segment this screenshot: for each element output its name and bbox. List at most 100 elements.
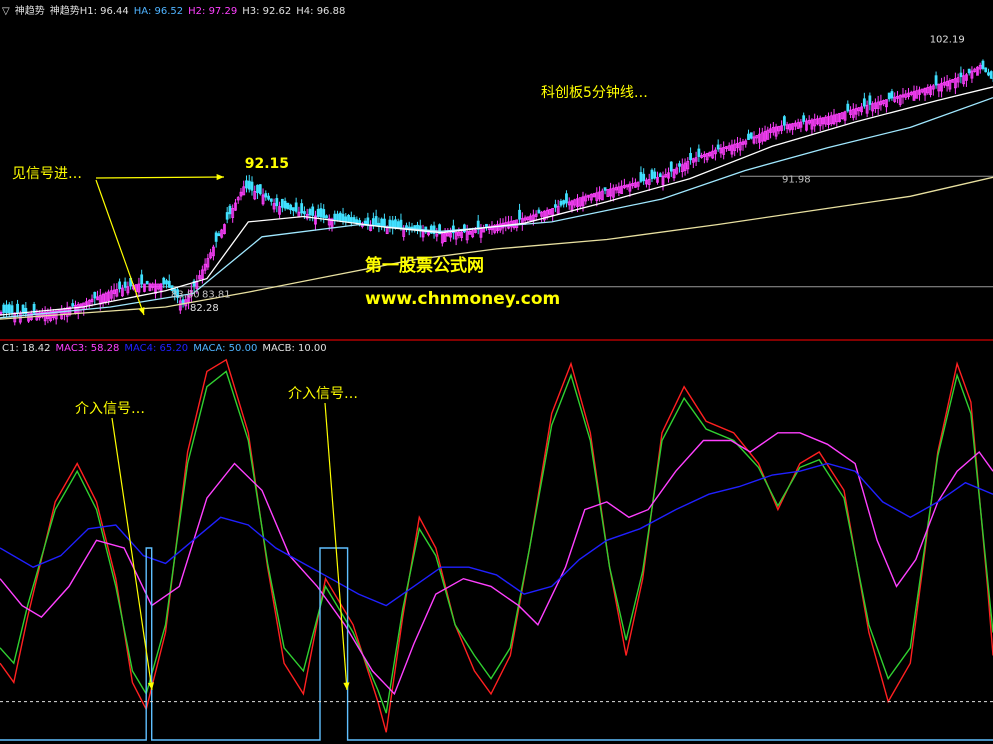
candle-body xyxy=(639,172,643,182)
candle-body xyxy=(537,209,541,214)
legend-item: C1: 18.42 xyxy=(2,343,51,354)
candle-body xyxy=(989,71,993,79)
candle-body xyxy=(289,204,293,211)
legend-item: MACB: 10.00 xyxy=(262,343,327,354)
legend-item: H3: 92.62 xyxy=(242,6,292,17)
candle-body xyxy=(267,195,270,200)
candle-body xyxy=(228,205,232,215)
candle-body xyxy=(344,216,348,222)
candle-body xyxy=(5,304,8,314)
candle-body xyxy=(355,219,359,224)
candle-body xyxy=(984,67,988,73)
candle-body xyxy=(658,173,662,178)
candle-body xyxy=(140,274,144,285)
candle-body xyxy=(118,281,122,290)
stock-chart-canvas: 102.19 82.28 83.80 83.81 91.98 见信号进… 92.15 科创板… xyxy=(0,0,993,744)
legend-item: H2: 97.29 xyxy=(188,6,238,17)
candle-body xyxy=(294,202,298,212)
candle-body xyxy=(7,304,11,314)
lower-indicator-legend: C1: 18.42 MAC3: 58.28 MAC4: 65.20 MACA: 50.… xyxy=(2,343,332,354)
candle-body xyxy=(862,98,866,107)
candle-body xyxy=(16,303,19,314)
candle-body xyxy=(747,133,750,140)
candle-body xyxy=(214,232,218,242)
candle-body xyxy=(802,115,806,122)
candle-body xyxy=(10,305,14,314)
candle-body xyxy=(366,217,370,225)
legend-item: H4: 96.88 xyxy=(296,6,346,17)
candle-body xyxy=(603,187,607,191)
candle-body xyxy=(554,204,557,208)
peak-price-label: 92.15 xyxy=(245,156,289,172)
watermark-url: www.chnmoney.com xyxy=(365,289,560,309)
candle-body xyxy=(383,218,386,228)
candle-body xyxy=(264,193,268,198)
candle-body xyxy=(697,148,701,157)
candle-body xyxy=(269,198,273,202)
candle-body xyxy=(280,198,284,208)
ref-level-label: 83.81 xyxy=(202,290,231,301)
candle-body xyxy=(352,217,356,223)
candle-body xyxy=(934,75,938,86)
candle-body xyxy=(394,219,397,229)
entry-signal-annotation: 介入信号… xyxy=(288,386,358,402)
candle-body xyxy=(165,280,168,285)
candle-body xyxy=(380,218,384,227)
candle-body xyxy=(347,214,350,223)
candle-body xyxy=(250,181,254,191)
candle-body xyxy=(562,200,566,205)
ref-level-label: 91.98 xyxy=(782,174,811,185)
candle-body xyxy=(291,207,295,211)
candle-body xyxy=(245,180,248,189)
candle-body xyxy=(303,211,306,215)
upper-indicator-legend: ▽ 神趋势 神趋势H1: 96.44 HA: 96.52 H2: 97.29 H3: 92… xyxy=(2,2,350,17)
candle-body xyxy=(678,163,681,167)
candle-body xyxy=(316,208,320,217)
candle-body xyxy=(256,184,259,193)
candle-body xyxy=(322,209,326,218)
candle-body xyxy=(167,280,171,288)
candle-body xyxy=(162,277,166,285)
candle-body xyxy=(887,92,891,100)
candle-body xyxy=(716,144,720,150)
candle-body xyxy=(349,217,353,223)
low-price-label: 82.28 xyxy=(190,303,219,314)
candle-body xyxy=(338,212,342,221)
candle-body xyxy=(967,68,971,74)
candle-body xyxy=(669,161,673,172)
candle-body xyxy=(642,173,646,182)
candle-body xyxy=(319,208,323,218)
legend-item: MAC4: 65.20 xyxy=(124,343,189,354)
candle-body xyxy=(258,184,262,195)
candle-body xyxy=(363,220,367,225)
candle-body xyxy=(217,233,221,237)
candle-body xyxy=(653,171,657,179)
legend-item: MACA: 50.00 xyxy=(193,343,258,354)
candle-body xyxy=(333,213,337,221)
candle-body xyxy=(341,213,345,222)
candle-body xyxy=(689,152,692,161)
legend-item: 神趋势 xyxy=(14,6,45,17)
candle-body xyxy=(868,95,872,105)
candle-body xyxy=(374,216,378,227)
legend-item: 神趋势H1: 96.44 xyxy=(49,6,129,17)
candle-body xyxy=(283,200,287,209)
candle-body xyxy=(358,220,361,224)
candle-body xyxy=(981,60,985,69)
candle-body xyxy=(71,303,75,307)
legend-item: MAC3: 58.28 xyxy=(55,343,120,354)
candle-body xyxy=(336,213,339,221)
entry-signal-annotation: 介入信号… xyxy=(75,401,145,417)
candle-body xyxy=(371,218,375,226)
candle-body xyxy=(247,180,251,190)
candle-body xyxy=(559,200,563,206)
high-price-label: 102.19 xyxy=(930,34,965,45)
candle-body xyxy=(518,209,521,220)
candle-body xyxy=(145,280,149,285)
candle-body xyxy=(846,103,850,112)
candle-body xyxy=(286,202,290,210)
candle-body xyxy=(311,206,315,216)
candle-body xyxy=(93,291,97,299)
candle-body xyxy=(325,215,328,219)
candle-body xyxy=(987,72,990,76)
